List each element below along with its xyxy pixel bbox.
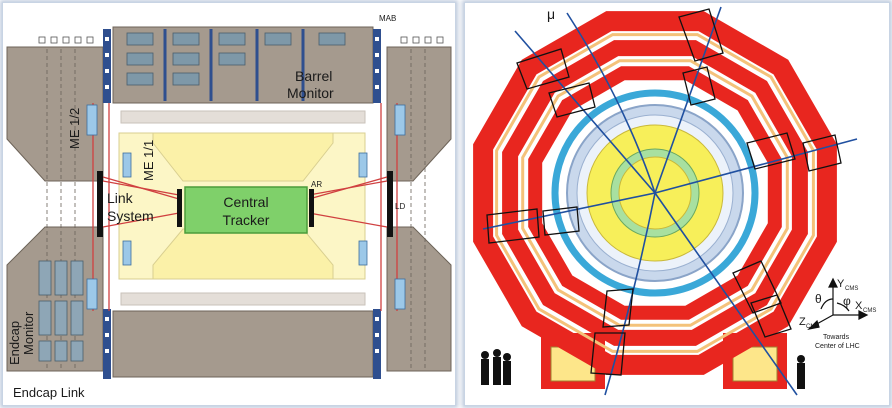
- me11-label: ME 1/1: [141, 140, 156, 181]
- side-view-drawing: Barrel Monitor MAB ME 1/1 ME 1/2 Central…: [6, 14, 452, 400]
- me11-inner-upper: [152, 132, 334, 182]
- cms-transverse-view: μ θ φ Y CMS X CMS Z CMS Towards Center o…: [464, 2, 890, 406]
- me11-inner-lower: [152, 228, 334, 280]
- me12-label: ME 1/2: [67, 108, 82, 149]
- z-axis-label: Z: [799, 316, 806, 328]
- inner-bar-bottom: [120, 292, 366, 306]
- transverse-view-drawing: μ θ φ Y CMS X CMS Z CMS Towards Center o…: [473, 6, 876, 396]
- y-axis-label: Y: [837, 278, 845, 290]
- ld-label: LD: [395, 202, 405, 211]
- x-axis-label: X: [855, 300, 863, 312]
- x-axis-sub: CMS: [863, 308, 876, 314]
- towards-label-2: Center of LHC: [815, 343, 860, 350]
- theta-label: θ: [815, 292, 822, 306]
- y-axis-sub: CMS: [845, 286, 858, 292]
- barrel-bottom-block: [112, 310, 374, 378]
- barrel-monitor-label-2: Monitor: [287, 85, 334, 101]
- link-system-right-bar: [387, 171, 393, 237]
- mu-label: μ: [547, 6, 555, 22]
- link-system-left-bar: [97, 171, 103, 237]
- central-tracker-label-2: Tracker: [223, 212, 270, 228]
- mab-label: MAB: [379, 14, 396, 23]
- endcap-link-label: Endcap Link: [13, 385, 85, 400]
- ar-right-bar: [309, 189, 314, 227]
- phi-label: φ: [843, 294, 851, 308]
- ar-left-bar: [177, 189, 182, 227]
- link-system-label: Link: [107, 190, 134, 206]
- barrel-monitor-label: Barrel: [295, 68, 332, 84]
- link-system-label-2: System: [107, 208, 154, 224]
- central-tracker-label: Central: [223, 194, 268, 210]
- ar-label: AR: [311, 180, 322, 189]
- endcap-monitor-label-2: Monitor: [21, 311, 36, 355]
- alignment-system-side-view: Barrel Monitor MAB ME 1/1 ME 1/2 Central…: [2, 2, 456, 406]
- z-axis-sub: CMS: [806, 324, 819, 330]
- endcap-monitor-modules: [38, 260, 84, 362]
- towards-label: Towards: [823, 334, 850, 341]
- inner-bar-top: [120, 110, 366, 124]
- endcap-monitor-label: Endcap: [7, 321, 22, 365]
